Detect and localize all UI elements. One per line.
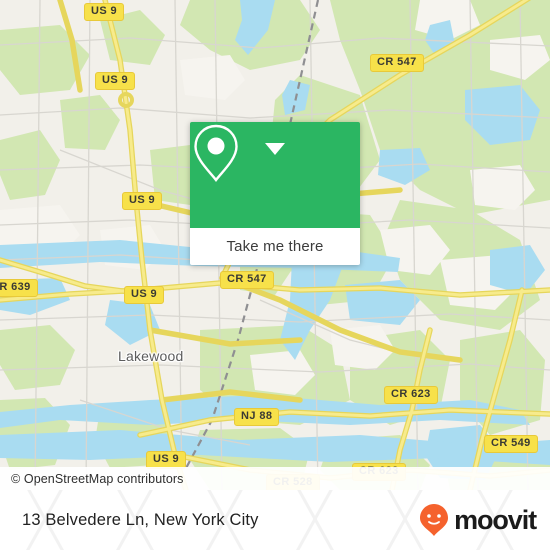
address-label: 13 Belvedere Ln, New York City <box>22 510 259 529</box>
take-me-there-label: Take me there <box>226 238 324 255</box>
road-shield-cr-549: CR 549 <box>484 435 538 453</box>
road-shield-us-9: US 9 <box>84 3 125 21</box>
moovit-map-screenshot: Lakewood US 9 CR 547 US 9 US 9 CR 547 CR… <box>0 0 550 550</box>
footer-bar: 13 Belvedere Ln, New York City moovit <box>0 490 550 550</box>
road-shield-cr-547: CR 547 <box>220 271 274 289</box>
moovit-wordmark: moovit <box>454 504 537 535</box>
place-label-lakewood: Lakewood <box>118 348 184 364</box>
moovit-logo[interactable]: moovit <box>419 503 537 537</box>
road-shield-us-9: US 9 <box>122 192 163 210</box>
road-shield-us-9: US 9 <box>124 286 165 304</box>
map-pin-icon <box>194 124 238 182</box>
road-shield-us-9: US 9 <box>95 72 136 90</box>
attribution-text: © OpenStreetMap contributors <box>11 471 184 486</box>
take-me-there-button[interactable]: Take me there <box>190 228 360 265</box>
road-shield-cr-623: CR 623 <box>384 386 438 404</box>
map-canvas[interactable]: Lakewood US 9 CR 547 US 9 US 9 CR 547 CR… <box>0 0 550 490</box>
road-shield-nj-88: NJ 88 <box>234 408 280 426</box>
road-shield-cr-547: CR 547 <box>370 54 424 72</box>
road-shield-cr-639: CR 639 <box>0 279 38 297</box>
map-attribution-bar: © OpenStreetMap contributors <box>0 467 550 490</box>
moovit-pin-icon <box>420 504 449 536</box>
card-pointer-tail <box>265 143 285 155</box>
card-pin-area <box>190 122 360 228</box>
